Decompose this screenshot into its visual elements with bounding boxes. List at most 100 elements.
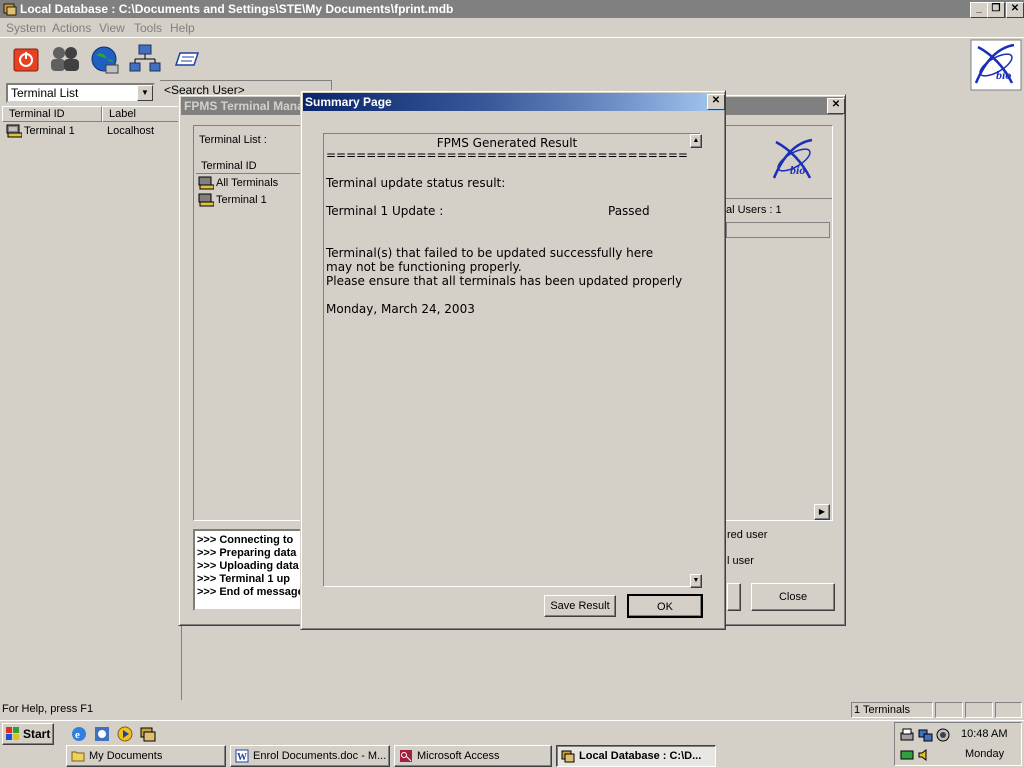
task-local-database[interactable]: Local Database : C:\D... xyxy=(556,745,716,767)
result-update-status: Passed xyxy=(608,204,650,218)
result-status-heading: Terminal update status result: xyxy=(326,176,506,190)
main-window-titlebar[interactable]: Local Database : C:\Documents and Settin… xyxy=(0,0,1024,18)
status-help-text: For Help, press F1 xyxy=(2,703,94,715)
users-icon[interactable] xyxy=(48,43,82,75)
word-icon: W xyxy=(235,749,249,763)
svg-text:bio: bio xyxy=(996,68,1011,82)
log-line: >>> Preparing data xyxy=(197,547,297,559)
bio-logo-icon: bio xyxy=(970,39,1022,91)
database-app-icon[interactable] xyxy=(139,725,157,743)
menu-help[interactable]: Help xyxy=(170,21,195,35)
start-label: Start xyxy=(23,727,51,741)
terminal-list-panel: Terminal ID Label Terminal 1 Localhost xyxy=(0,104,182,700)
menu-system[interactable]: System xyxy=(6,21,46,35)
summary-titlebar[interactable]: Summary Page ✕ xyxy=(303,93,725,111)
security-tray-icon[interactable] xyxy=(935,727,951,743)
scroll-down-button[interactable]: ▼ xyxy=(690,574,702,588)
clock-day: Monday xyxy=(965,748,1005,760)
network-icon[interactable] xyxy=(128,43,162,75)
progress-bar xyxy=(726,222,830,238)
column-header-label[interactable]: Label xyxy=(102,106,182,122)
svg-text:W: W xyxy=(237,752,247,763)
fpms-terminal-panel: Terminal List : Terminal ID All Terminal… xyxy=(193,125,303,521)
svg-text:e: e xyxy=(75,729,80,741)
close-window-button[interactable]: Close xyxy=(751,583,835,611)
menu-view[interactable]: View xyxy=(99,21,125,35)
menu-tools[interactable]: Tools xyxy=(134,21,162,35)
tree-item-all-terminals[interactable]: All Terminals xyxy=(196,176,300,192)
network-tray-icon[interactable] xyxy=(917,727,933,743)
result-warning-line: may not be functioning properly. xyxy=(326,260,522,274)
result-update-label: Terminal 1 Update : xyxy=(326,204,444,218)
summary-close-button[interactable]: ✕ xyxy=(707,94,725,110)
tree-item-terminal-1[interactable]: Terminal 1 xyxy=(196,193,300,209)
result-textbox[interactable]: ▲ ▼ FPMS Generated Result ==============… xyxy=(323,133,702,588)
menu-bar: System Actions View Tools Help xyxy=(0,18,1024,38)
tree-item-label: All Terminals xyxy=(216,177,279,189)
clock-time[interactable]: 10:48 AM xyxy=(961,728,1007,740)
main-window-title: Local Database : C:\Documents and Settin… xyxy=(20,2,454,16)
tree-header[interactable]: Terminal ID xyxy=(196,158,300,174)
volume-icon[interactable] xyxy=(917,747,933,763)
outlook-express-icon[interactable] xyxy=(93,725,111,743)
windows-logo-icon xyxy=(6,727,19,740)
task-word-document[interactable]: W Enrol Documents.doc - M... xyxy=(230,745,390,767)
ok-button[interactable]: OK xyxy=(627,594,703,618)
media-player-icon[interactable] xyxy=(116,725,134,743)
terminal-group-icon xyxy=(198,176,214,190)
scroll-right-button[interactable]: ▶ xyxy=(814,504,830,520)
restore-button[interactable]: ❐ xyxy=(987,2,1005,18)
globe-icon[interactable] xyxy=(88,43,122,75)
column-header-terminal-id[interactable]: Terminal ID xyxy=(2,106,102,122)
close-button[interactable]: ✕ xyxy=(1006,2,1024,18)
summary-dialog: Summary Page ✕ ▲ ▼ FPMS Generated Result… xyxy=(300,90,726,630)
vertical-scrollbar[interactable]: ▲ ▼ xyxy=(690,134,702,588)
save-result-button[interactable]: Save Result xyxy=(544,595,616,617)
database-app-icon xyxy=(561,750,575,763)
svg-text:bio: bio xyxy=(790,163,805,177)
table-row[interactable]: Terminal 1 Localhost xyxy=(4,124,180,140)
database-app-icon xyxy=(3,3,17,16)
row-terminal-label: Localhost xyxy=(107,125,155,137)
fpms-user-panel: bio al Users : 1 ▶ xyxy=(725,125,833,521)
fpms-close-button[interactable]: ✕ xyxy=(827,98,845,114)
log-line: >>> Connecting to xyxy=(197,534,294,546)
view-select-value: Terminal List xyxy=(11,86,79,100)
tree-item-label: Terminal 1 xyxy=(216,194,267,206)
start-button[interactable]: Start xyxy=(2,723,54,745)
result-date: Monday, March 24, 2003 xyxy=(326,302,475,316)
bio-logo-icon: bio xyxy=(772,138,813,179)
terminal-icon xyxy=(198,193,214,207)
access-key-icon xyxy=(400,750,412,762)
task-label: Enrol Documents.doc - M... xyxy=(253,750,387,762)
taskbar: Start e My Documents W Enrol Documents.d… xyxy=(0,720,1024,768)
chevron-down-icon[interactable]: ▼ xyxy=(137,85,153,101)
option-all-user[interactable]: l user xyxy=(727,555,754,567)
status-bar: For Help, press F1 1 Terminals xyxy=(0,700,1024,720)
view-select[interactable]: Terminal List ▼ xyxy=(6,83,155,103)
power-icon[interactable] xyxy=(10,43,44,75)
terminal-list-label: Terminal List : xyxy=(199,134,267,146)
row-terminal-id: Terminal 1 xyxy=(24,125,75,137)
menu-actions[interactable]: Actions xyxy=(52,21,91,35)
terminal-icon xyxy=(6,124,22,138)
hardware-tray-icon[interactable] xyxy=(899,747,915,763)
minimize-button[interactable]: _ xyxy=(970,2,988,18)
folder-icon xyxy=(71,751,85,762)
log-line: >>> End of message xyxy=(197,586,303,598)
printer-icon[interactable] xyxy=(899,727,915,743)
scroll-up-button[interactable]: ▲ xyxy=(690,134,702,148)
log-line: >>> Uploading data xyxy=(197,560,299,572)
task-label: My Documents xyxy=(89,750,163,762)
option-registered-user[interactable]: red user xyxy=(727,529,767,541)
card-icon[interactable] xyxy=(170,43,204,75)
users-count: al Users : 1 xyxy=(726,204,782,216)
status-terminal-count: 1 Terminals xyxy=(851,702,933,718)
summary-title: Summary Page xyxy=(305,95,392,109)
hidden-button[interactable] xyxy=(727,583,741,611)
task-microsoft-access[interactable]: Microsoft Access xyxy=(394,745,552,767)
result-warning-line: Terminal(s) that failed to be updated su… xyxy=(326,246,654,260)
internet-explorer-icon[interactable]: e xyxy=(70,725,88,743)
task-my-documents[interactable]: My Documents xyxy=(66,745,226,767)
result-warning-line: Please ensure that all terminals has bee… xyxy=(326,274,683,288)
